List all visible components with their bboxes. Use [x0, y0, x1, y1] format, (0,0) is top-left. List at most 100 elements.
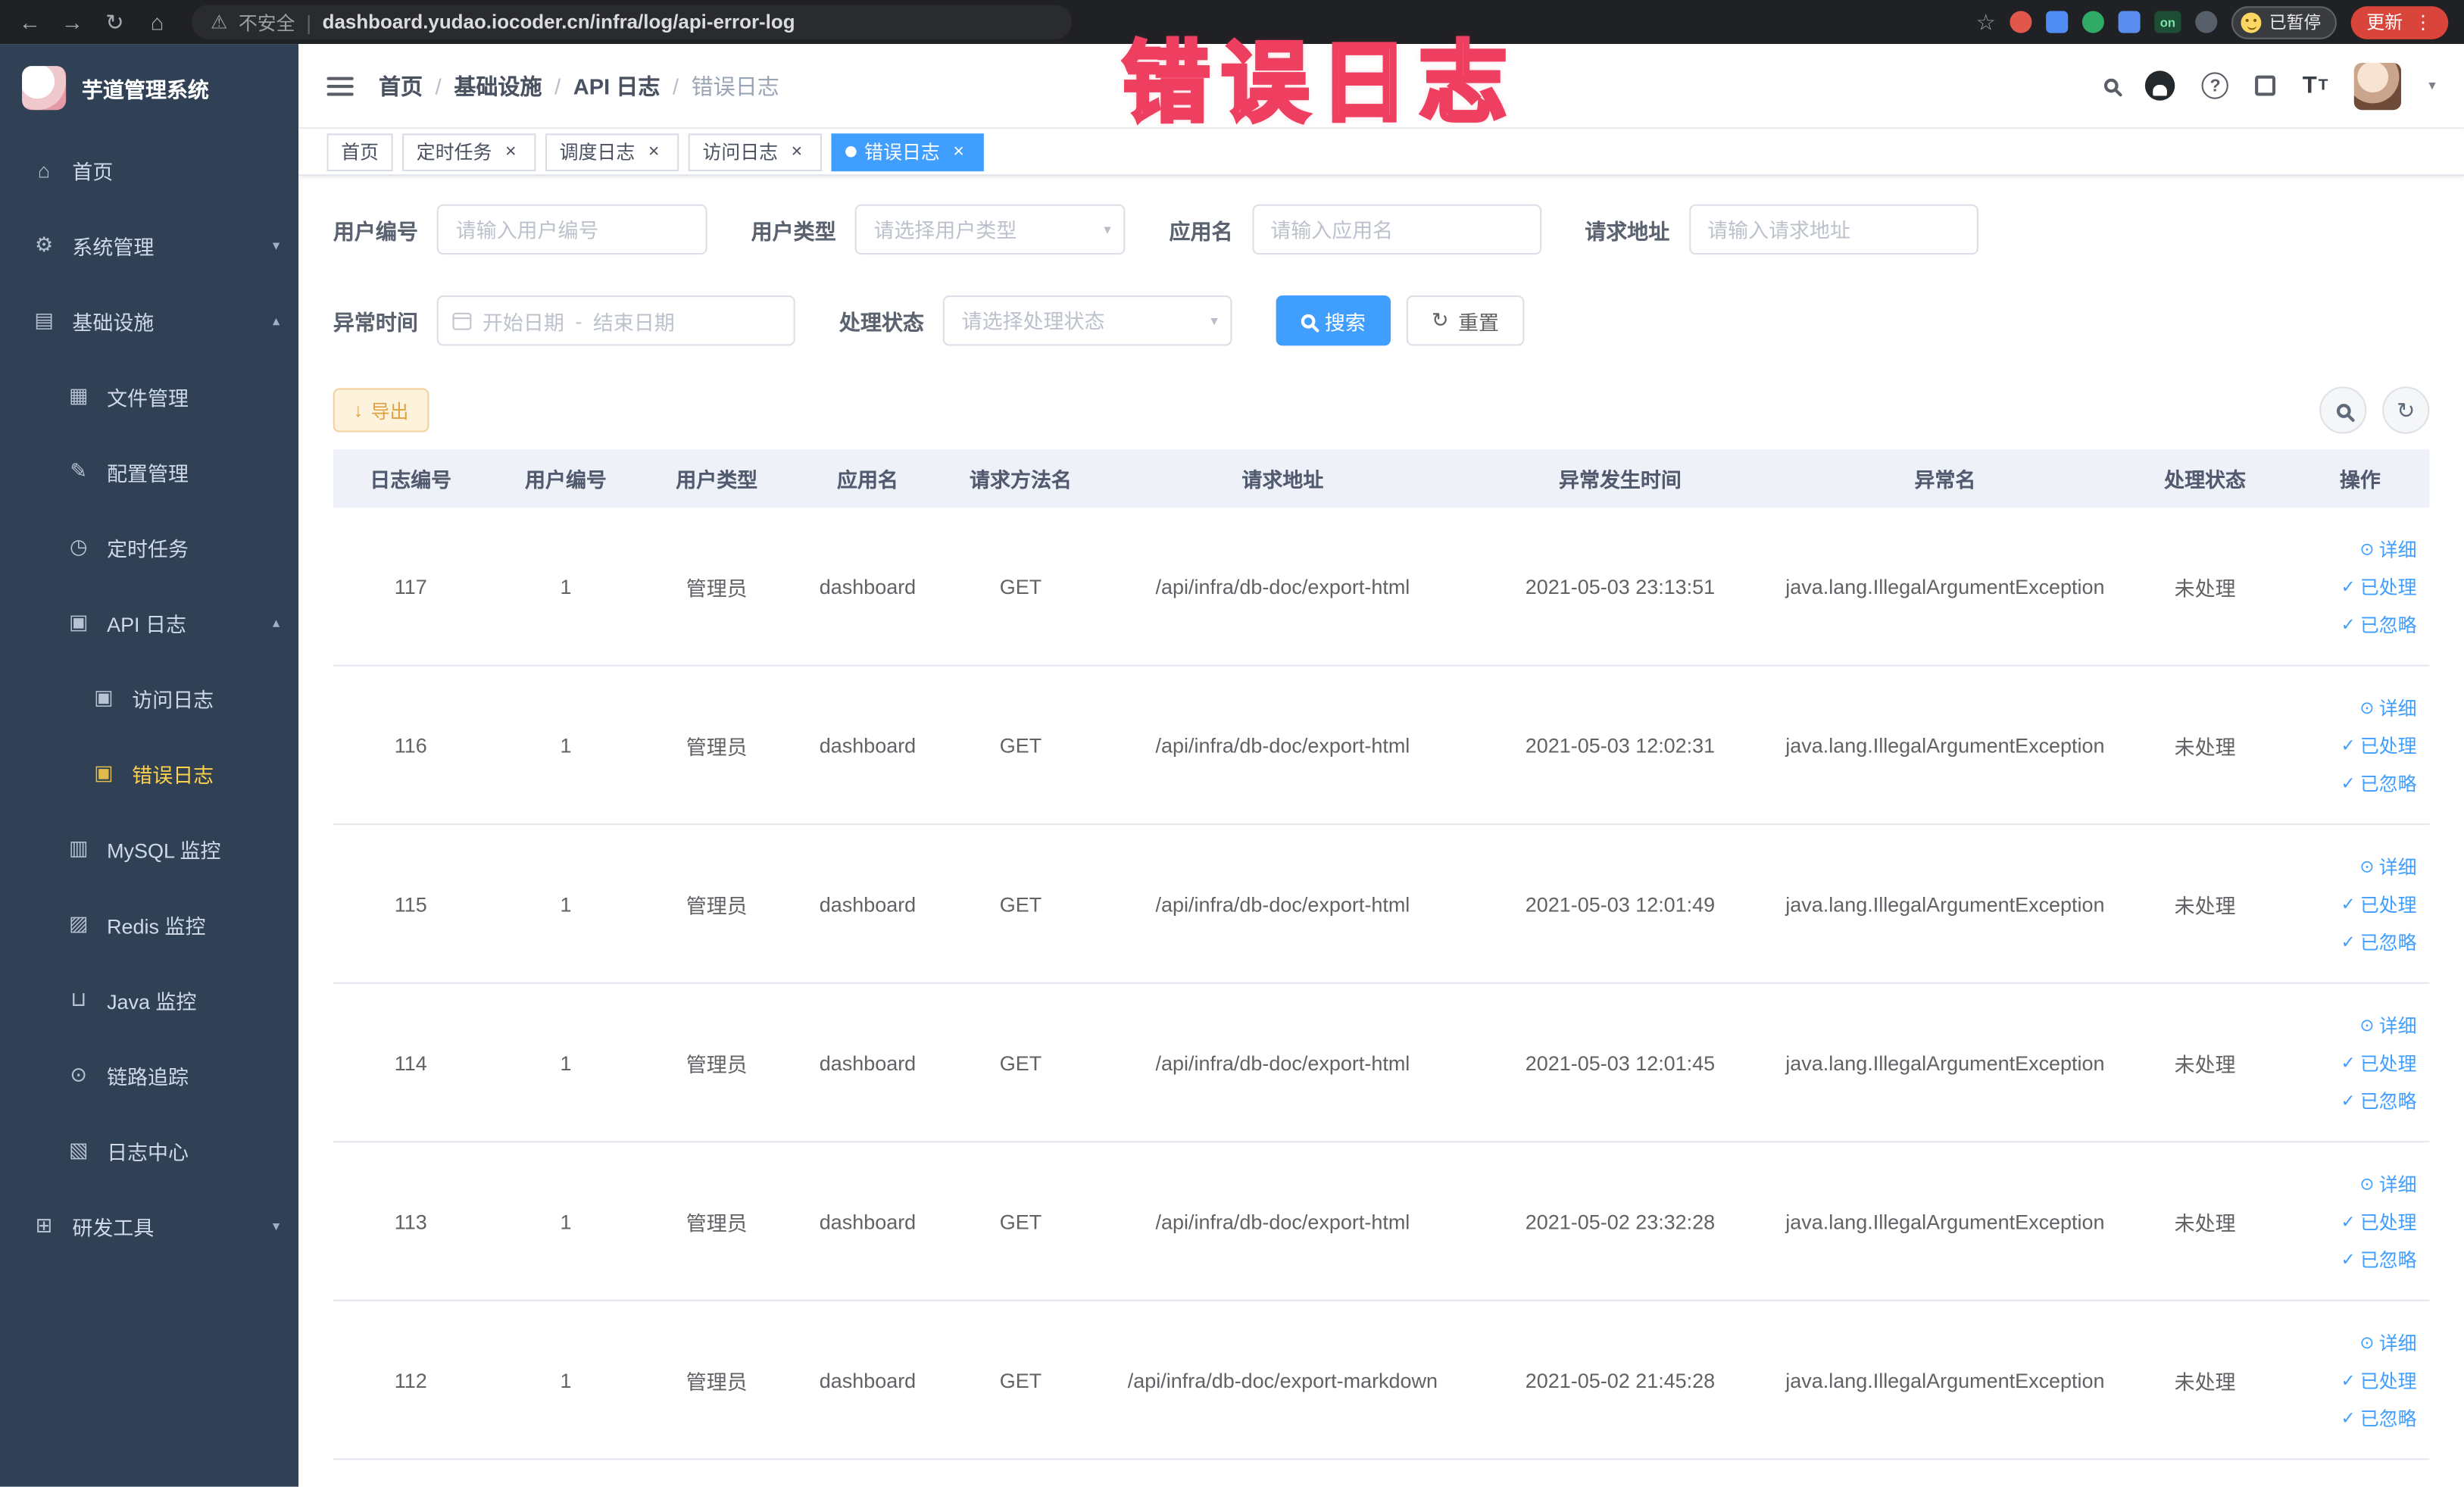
sidebar-item-devtools[interactable]: ⊞ 研发工具 ▾ — [0, 1188, 298, 1264]
user-id-input[interactable] — [436, 204, 707, 255]
forward-icon[interactable]: → — [58, 9, 86, 34]
user-type-select-input[interactable] — [854, 204, 1126, 255]
action-processed-link[interactable]: ✓ 已处理 — [2341, 1367, 2417, 1393]
action-ignored-link[interactable]: ✓ 已忽略 — [2341, 611, 2417, 637]
sidebar-item-redis[interactable]: ▨ Redis 监控 — [0, 886, 298, 962]
help-icon[interactable]: ? — [2201, 72, 2229, 99]
export-button[interactable]: ↓ 导出 — [333, 388, 429, 433]
clock-icon: ◷ — [69, 534, 88, 558]
action-detail-link[interactable]: ⊙ 详细 — [2359, 852, 2416, 879]
hamburger-icon[interactable] — [326, 71, 354, 99]
github-icon[interactable] — [2145, 70, 2175, 101]
profile-sync-paused-button[interactable]: 已暂停 — [2231, 5, 2337, 39]
sidebar-item-api-log[interactable]: ▣ API 日志 ▴ — [0, 585, 298, 661]
address-bar[interactable]: ⚠ 不安全 | dashboard.yudao.iocoder.cn/infra… — [192, 5, 1072, 39]
action-ignored-link[interactable]: ✓ 已忽略 — [2341, 1404, 2417, 1431]
action-processed-link[interactable]: ✓ 已处理 — [2341, 732, 2417, 758]
tab-schedule-log[interactable]: 调度日志 × — [545, 133, 679, 171]
user-avatar[interactable] — [2354, 61, 2402, 110]
action-processed-link[interactable]: ✓ 已处理 — [2341, 573, 2417, 599]
font-size-icon[interactable]: TT — [2303, 72, 2328, 98]
search-button[interactable]: 搜索 — [1276, 295, 1391, 346]
process-status-select[interactable]: ▾ — [942, 295, 1232, 346]
sidebar-item-home[interactable]: ⌂ 首页 — [0, 132, 298, 208]
extension-icon[interactable] — [2046, 11, 2069, 33]
sidebar-item-job[interactable]: ◷ 定时任务 — [0, 509, 298, 585]
eye-icon: ⊙ — [2359, 1016, 2375, 1036]
action-processed-link[interactable]: ✓ 已处理 — [2341, 1049, 2417, 1076]
search-icon[interactable] — [2104, 78, 2119, 93]
reload-icon[interactable]: ↻ — [101, 8, 129, 35]
cell-request-url: /api/infra/db-doc/export-html — [1155, 1209, 1410, 1233]
sidebar-item-config[interactable]: ✎ 配置管理 — [0, 434, 298, 510]
tab-error-log[interactable]: 错误日志 × — [831, 133, 984, 171]
action-detail-link[interactable]: ⊙ 详细 — [2359, 1011, 2416, 1038]
app-name-input[interactable] — [1251, 204, 1541, 255]
breadcrumb-infra[interactable]: 基础设施 / — [454, 70, 561, 101]
action-processed-link[interactable]: ✓ 已处理 — [2341, 890, 2417, 917]
home-icon[interactable]: ⌂ — [143, 9, 171, 34]
action-detail-link[interactable]: ⊙ 详细 — [2359, 1170, 2416, 1197]
request-url-input[interactable] — [1688, 204, 1978, 255]
action-ignored-link[interactable]: ✓ 已忽略 — [2341, 928, 2417, 954]
tab-job[interactable]: 定时任务 × — [402, 133, 536, 171]
extension-icon[interactable] — [2195, 11, 2218, 33]
refresh-button[interactable]: ↻ — [2382, 386, 2430, 434]
sidebar: 芋道管理系统 ⌂ 首页 ⚙ 系统管理 ▾ ▤ 基础设施 ▴ ▦ 文件管理 ✎ 配… — [0, 44, 299, 1487]
sidebar-item-infra[interactable]: ▤ 基础设施 ▴ — [0, 283, 298, 358]
extension-icon[interactable] — [2010, 11, 2032, 33]
caret-down-icon[interactable]: ▾ — [2428, 77, 2435, 95]
cell-app-name: dashboard — [819, 892, 917, 916]
sidebar-item-mysql[interactable]: ▥ MySQL 监控 — [0, 811, 298, 887]
action-detail-link[interactable]: ⊙ 详细 — [2359, 694, 2416, 720]
sidebar-item-system[interactable]: ⚙ 系统管理 ▾ — [0, 208, 298, 283]
exception-time-range-picker[interactable]: 开始日期 - 结束日期 — [436, 295, 795, 346]
sidebar-item-file[interactable]: ▦ 文件管理 — [0, 358, 298, 434]
sidebar-item-log-center[interactable]: ▧ 日志中心 — [0, 1113, 298, 1189]
reset-button[interactable]: ↻ 重置 — [1406, 295, 1525, 346]
sidebar-item-access-log[interactable]: ▣ 访问日志 — [0, 660, 298, 736]
breadcrumb-api-log[interactable]: API 日志 / — [573, 70, 679, 101]
row-action-label: 已处理 — [2359, 1051, 2417, 1075]
action-processed-link[interactable]: ✓ 已处理 — [2341, 1207, 2417, 1234]
screen: ← → ↻ ⌂ ⚠ 不安全 | dashboard.yudao.iocoder.… — [0, 0, 2464, 1487]
exception-time-label: 异常时间 — [333, 311, 418, 335]
action-ignored-link[interactable]: ✓ 已忽略 — [2341, 1087, 2417, 1114]
close-icon[interactable]: × — [785, 140, 807, 163]
column-header: 应用名 — [836, 468, 898, 492]
tab-home[interactable]: 首页 — [326, 133, 393, 171]
close-icon[interactable]: × — [643, 140, 665, 163]
process-status-select-input[interactable] — [942, 295, 1232, 346]
close-icon[interactable]: × — [500, 140, 522, 163]
user-type-select[interactable]: ▾ — [854, 204, 1126, 255]
back-icon[interactable]: ← — [16, 9, 44, 34]
extension-on-icon[interactable]: on — [2154, 11, 2181, 33]
toggle-search-button[interactable] — [2319, 386, 2367, 434]
bookmark-star-icon[interactable]: ☆ — [1976, 8, 1996, 35]
breadcrumb-error-log[interactable]: 错误日志 — [692, 70, 792, 101]
action-ignored-link[interactable]: ✓ 已忽略 — [2341, 1245, 2417, 1272]
tab-access-log[interactable]: 访问日志 × — [688, 133, 823, 171]
cell-user-type: 管理员 — [685, 1051, 748, 1076]
action-ignored-link[interactable]: ✓ 已忽略 — [2341, 770, 2417, 796]
eye-icon: ⊙ — [2359, 539, 2375, 559]
sidebar-item-trace[interactable]: ⊙ 链路追踪 — [0, 1037, 298, 1113]
kebab-menu-icon[interactable]: ⋮ — [2414, 11, 2433, 33]
app-logo[interactable]: 芋道管理系统 — [0, 44, 298, 132]
close-icon[interactable]: × — [948, 140, 970, 163]
cell-user-type: 管理员 — [685, 1370, 748, 1394]
breadcrumb-home[interactable]: 首页 / — [379, 70, 442, 101]
eye-icon: ⊙ — [2359, 698, 2375, 718]
sidebar-item-error-log[interactable]: ▣ 错误日志 — [0, 736, 298, 811]
action-detail-link[interactable]: ⊙ 详细 — [2359, 535, 2416, 561]
extension-icon[interactable] — [2081, 11, 2104, 33]
action-detail-link[interactable]: ⊙ 详细 — [2359, 1329, 2416, 1355]
column-header: 操作 — [2339, 468, 2381, 492]
browser-update-button[interactable]: 更新 ⋮ — [2350, 5, 2449, 39]
edit-icon: ✎ — [70, 458, 88, 483]
sidebar-item-java[interactable]: ⊔ Java 监控 — [0, 962, 298, 1038]
fullscreen-icon[interactable] — [2255, 75, 2276, 96]
tools-icon: ⊞ — [35, 1213, 53, 1237]
cell-method: GET — [999, 1367, 1042, 1392]
extension-icon[interactable] — [2118, 11, 2141, 33]
